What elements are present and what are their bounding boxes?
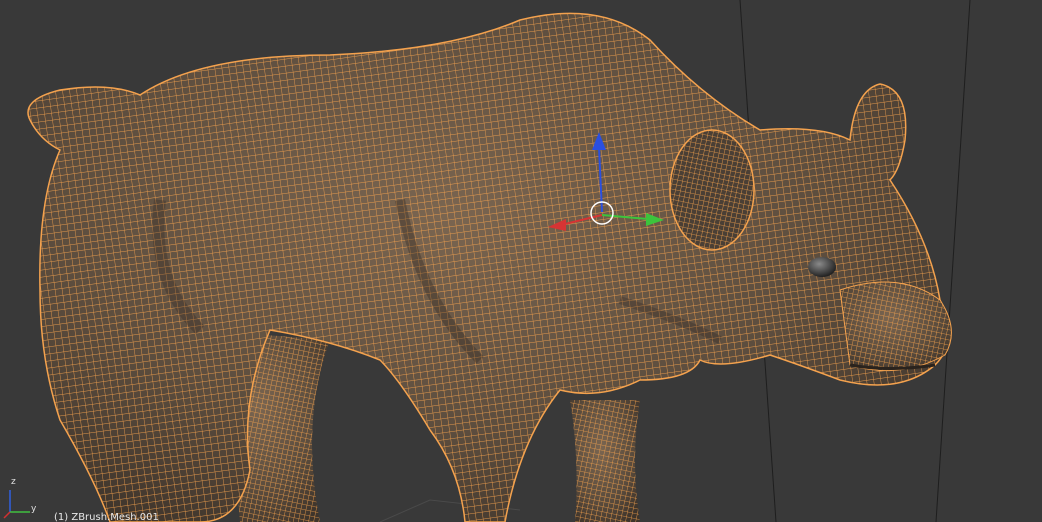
axis-icon [3, 490, 30, 519]
eye [808, 257, 836, 277]
3d-viewport[interactable]: z y (1) ZBrush.Mesh.001 [0, 0, 1042, 522]
axis-orientation-widget: z y [0, 477, 44, 522]
guide-line [935, 0, 971, 522]
axis-y-label: y [31, 504, 37, 514]
viewport-scene[interactable] [0, 0, 1042, 522]
active-object-label: (1) ZBrush.Mesh.001 [54, 512, 159, 522]
axis-z-label: z [11, 477, 16, 487]
